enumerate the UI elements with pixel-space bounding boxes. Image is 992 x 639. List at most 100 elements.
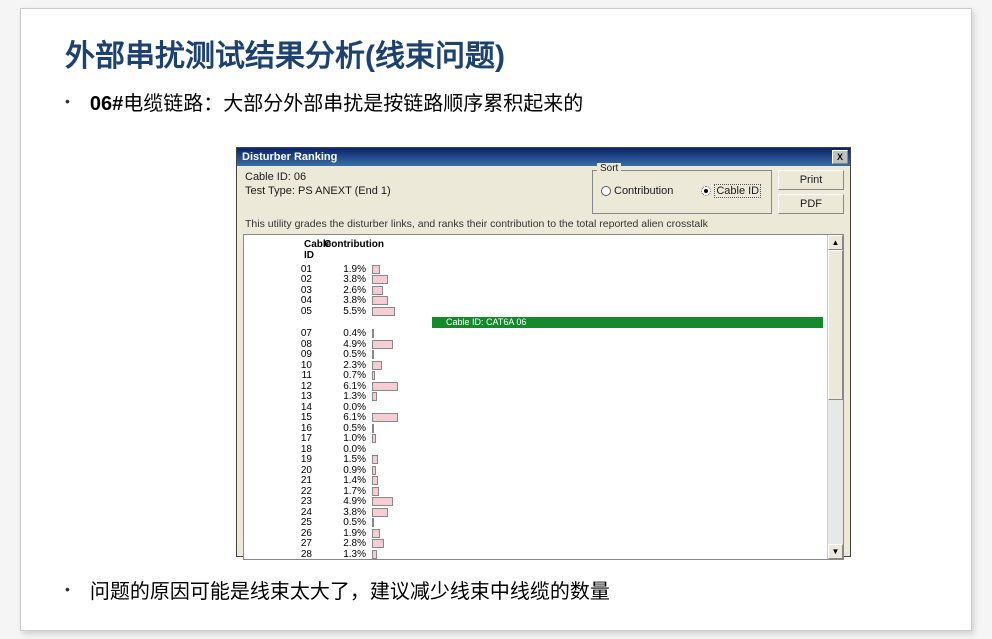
radio-contribution[interactable]: Contribution [601,185,673,197]
row-cable-id: 10 [244,360,318,371]
row-cable-id: 29 [244,559,318,560]
table-row[interactable]: 272.8% [244,539,827,550]
table-row[interactable]: 110.7% [244,371,827,382]
row-bar-cell [372,445,827,454]
contribution-bar [372,466,376,475]
row-bar-cell [372,434,827,443]
row-bar-cell [372,518,827,527]
row-cable-id: 22 [244,486,318,497]
bullet-2: • 问题的原因可能是线束太大了，建议减少线束中线缆的数量 [21,569,610,610]
row-cable-id: 21 [244,475,318,486]
row-contribution: 4.9% [318,496,372,507]
row-contribution: 1.5% [318,454,372,465]
table-row[interactable]: 043.8% [244,296,827,307]
selected-row[interactable]: Cable ID: CAT6A 06 [244,317,827,329]
button-column: Print PDF [778,170,844,214]
contribution-bar [372,487,379,496]
row-bar-cell [372,487,827,496]
row-bar-cell [372,413,827,422]
row-contribution: 6.1% [318,381,372,392]
bullet2-text: 问题的原因可能是线束太大了，建议减少线束中线缆的数量 [90,575,610,604]
row-contribution: 0.9% [318,465,372,476]
contribution-bar [372,508,388,517]
contribution-bar [372,476,378,485]
table-row[interactable]: 140.0% [244,402,827,413]
table-row[interactable]: 156.1% [244,413,827,424]
print-button[interactable]: Print [778,170,844,190]
table-row[interactable]: 221.7% [244,486,827,497]
radio-cable-id-label: Cable ID [714,184,761,198]
scroll-up-button[interactable]: ▲ [828,235,843,250]
row-bar-cell [372,424,827,433]
table-row[interactable]: 281.3% [244,549,827,560]
window-title: Disturber Ranking [242,151,337,163]
scrollbar[interactable]: ▲ ▼ [827,235,843,559]
sort-groupbox: Sort Contribution Cable ID [592,170,772,214]
table-row[interactable]: 211.4% [244,476,827,487]
top-row: Cable ID: 06 Test Type: PS ANEXT (End 1)… [237,166,850,216]
table-row[interactable]: 023.8% [244,275,827,286]
row-contribution: 1.0% [318,433,372,444]
row-contribution: 0.0% [318,402,372,413]
bullet-dot: • [65,575,70,597]
slide-frame: 外部串扰测试结果分析(线束问题) • 06#电缆链路：大部分外部串扰是按链路顺序… [20,8,972,631]
table-row[interactable]: 261.9% [244,528,827,539]
table-row[interactable]: 180.0% [244,444,827,455]
table-row[interactable]: 011.9% [244,264,827,275]
table-row[interactable]: 243.8% [244,507,827,518]
table-row[interactable]: 090.5% [244,350,827,361]
pdf-button[interactable]: PDF [778,194,844,214]
contribution-bar [372,529,380,538]
bullet1-text: 电缆链路：大部分外部串扰是按链路顺序累积起来的 [123,93,583,115]
table-row[interactable]: 191.5% [244,455,827,466]
contribution-bar [372,296,388,305]
radio-contribution-label: Contribution [614,185,673,197]
row-contribution: 1.4% [318,475,372,486]
contribution-bar [372,413,398,422]
table-row[interactable]: 084.9% [244,339,827,350]
contribution-bar [372,371,375,380]
scroll-thumb[interactable] [828,250,843,400]
contribution-bar [372,361,382,370]
row-contribution: 1.9% [318,528,372,539]
table-row[interactable]: 131.3% [244,392,827,403]
cable-id-label: Cable ID: 06 [245,170,586,184]
table-row[interactable]: 234.9% [244,497,827,508]
table-row[interactable]: 126.1% [244,381,827,392]
contribution-bar [372,275,388,284]
table-row[interactable]: 070.4% [244,329,827,340]
row-cable-id: 04 [244,295,318,306]
col-cable-id: Cable ID [244,239,318,261]
table-row[interactable]: 200.9% [244,465,827,476]
table-row[interactable]: 171.0% [244,434,827,445]
row-cable-id: 05 [244,306,318,317]
table-row[interactable]: 102.3% [244,360,827,371]
radio-cable-id[interactable]: Cable ID [701,184,761,198]
scroll-down-button[interactable]: ▼ [828,544,843,559]
row-bar-cell [372,286,827,295]
row-contribution: 6.1% [318,412,372,423]
table-row[interactable]: 032.6% [244,285,827,296]
info-block: Cable ID: 06 Test Type: PS ANEXT (End 1) [245,170,586,214]
contribution-bar [372,518,374,527]
ranking-grid: Cable ID Contribution 011.9%023.8%032.6%… [243,234,844,560]
close-button[interactable]: X [832,150,848,164]
row-cable-id: 17 [244,433,318,444]
contribution-bar [372,329,374,338]
table-row[interactable]: 055.5% [244,306,827,317]
row-cable-id: 15 [244,412,318,423]
contribution-bar [372,265,380,274]
row-contribution: 0.5% [318,423,372,434]
contribution-bar [372,550,377,559]
row-contribution: 4.9% [318,339,372,350]
row-cable-id: 16 [244,423,318,434]
table-row[interactable]: 291.0% [244,560,827,561]
row-contribution: 0.5% [318,517,372,528]
table-row[interactable]: 250.5% [244,518,827,529]
col-contribution: Contribution [318,239,390,261]
window-titlebar[interactable]: Disturber Ranking X [237,148,850,166]
row-bar-cell [372,392,827,401]
row-contribution: 3.8% [318,507,372,518]
table-row[interactable]: 160.5% [244,423,827,434]
row-bar-cell [372,329,827,338]
